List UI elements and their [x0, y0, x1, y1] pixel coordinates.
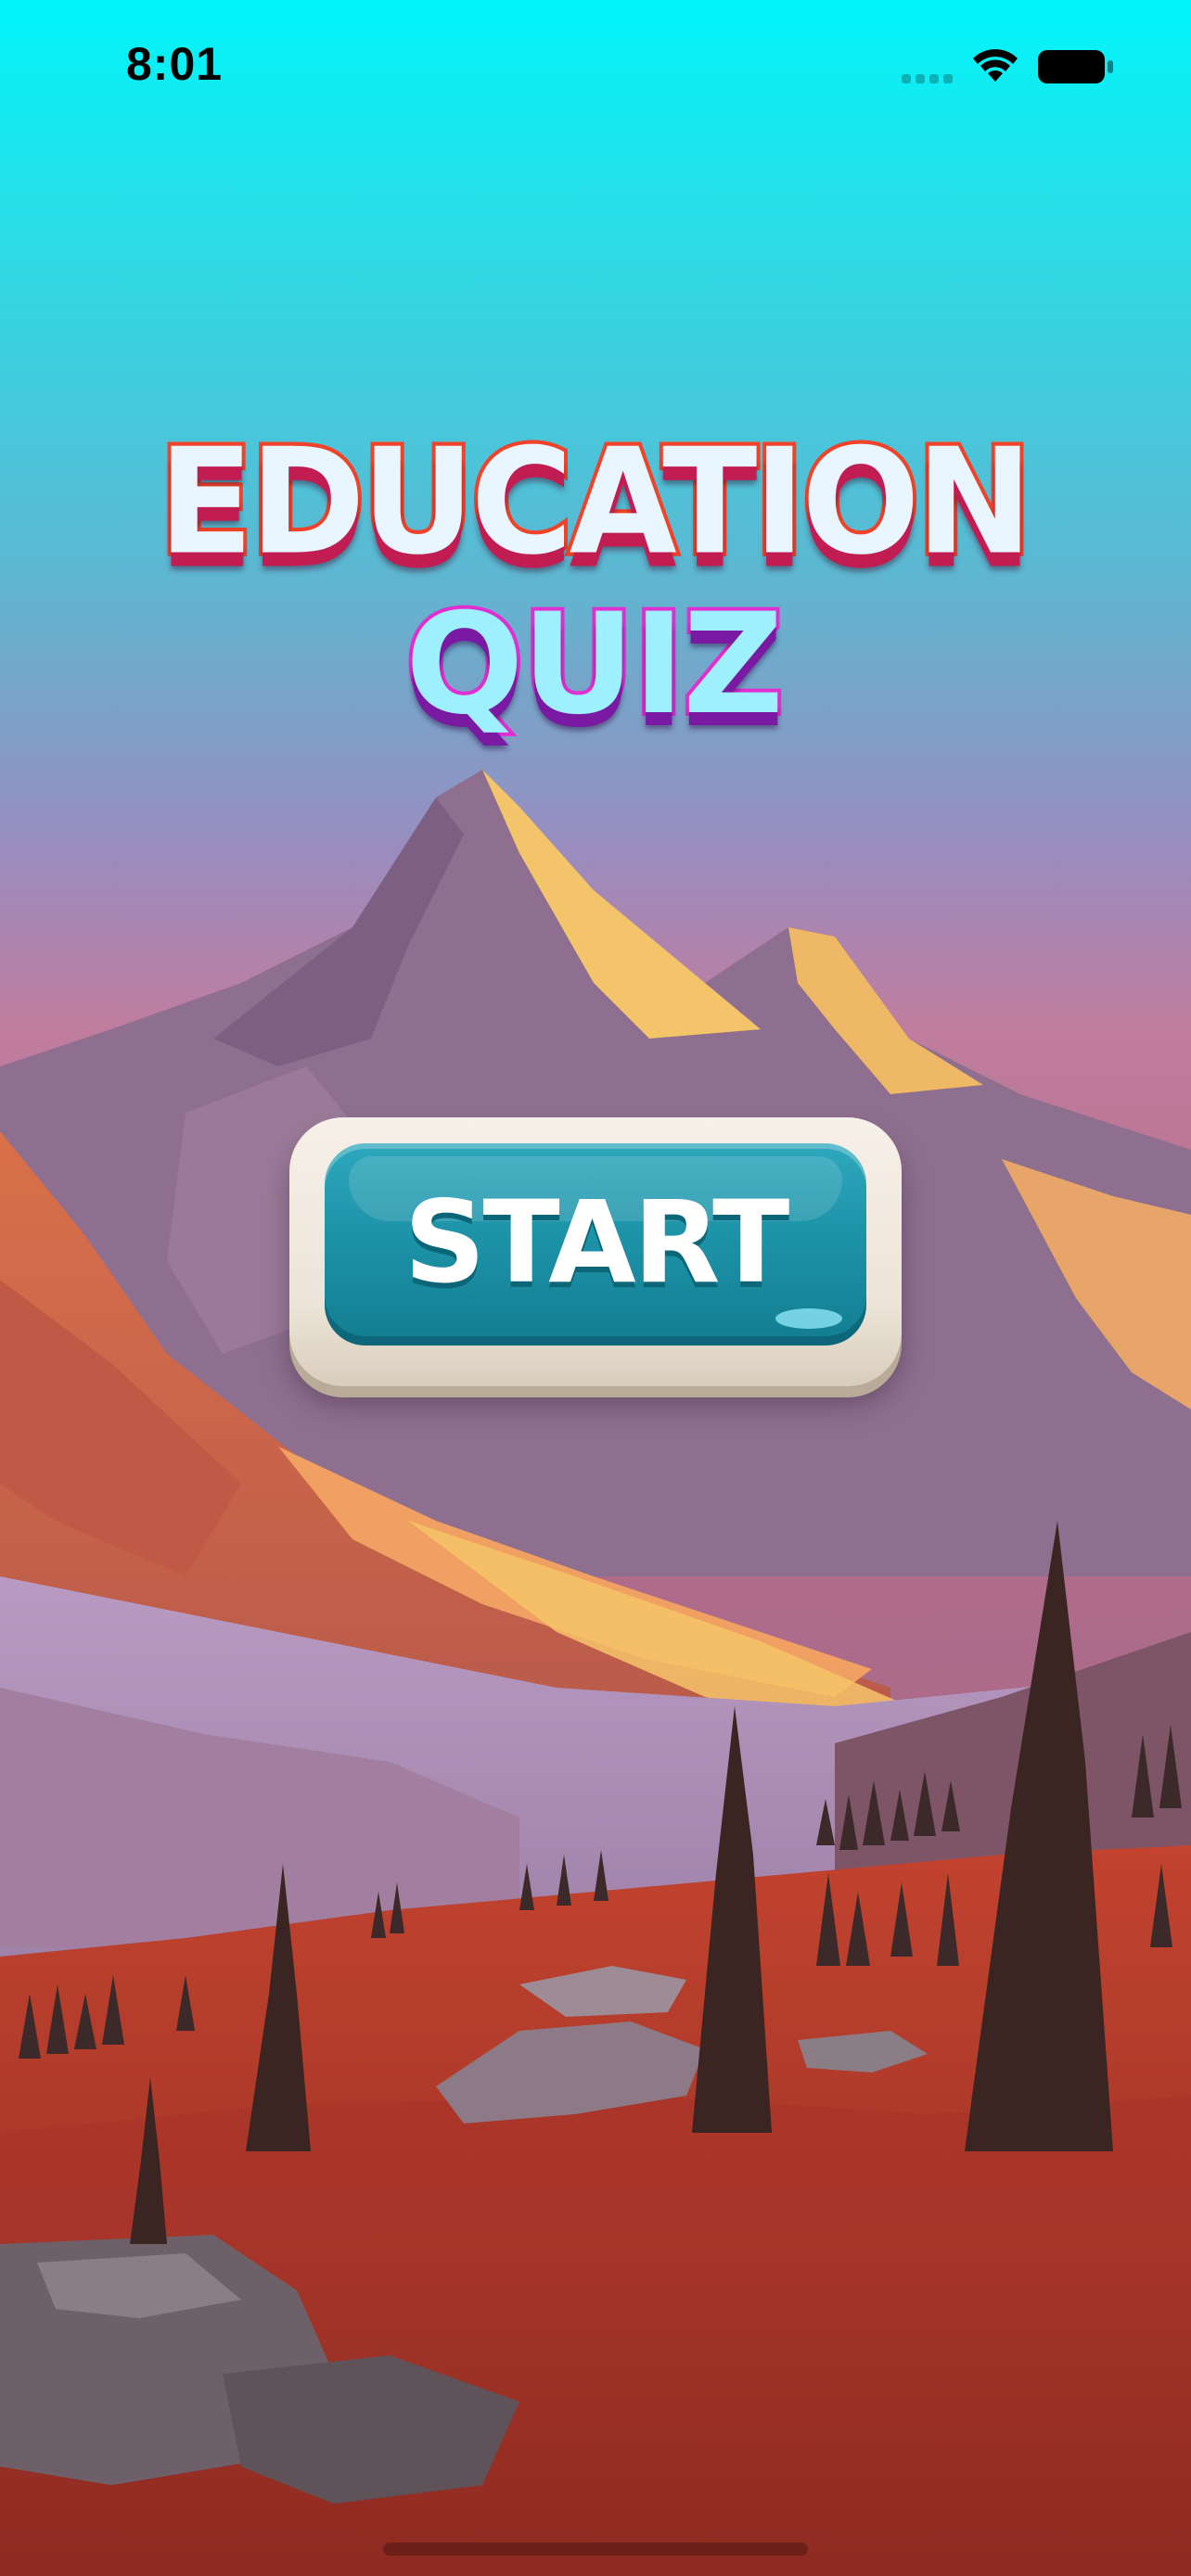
status-time: 8:01 [126, 38, 224, 90]
button-shine-dot [775, 1308, 842, 1329]
start-button-face[interactable]: START [325, 1143, 866, 1345]
title-line-quiz: QUIZ [402, 580, 788, 749]
game-screen: 8:01 EDUCATION QUIZ START [0, 0, 1191, 2576]
title-line-education: EDUCATION [155, 414, 1037, 591]
start-button[interactable]: START [289, 1117, 902, 1386]
wifi-icon [973, 49, 1018, 82]
game-title-logo: EDUCATION QUIZ [130, 414, 1057, 811]
status-bar: 8:01 [0, 0, 1191, 130]
home-indicator [383, 2543, 808, 2556]
start-button-label: START [403, 1177, 790, 1308]
battery-icon [1038, 50, 1113, 83]
cellular-signal-icon [902, 74, 953, 83]
